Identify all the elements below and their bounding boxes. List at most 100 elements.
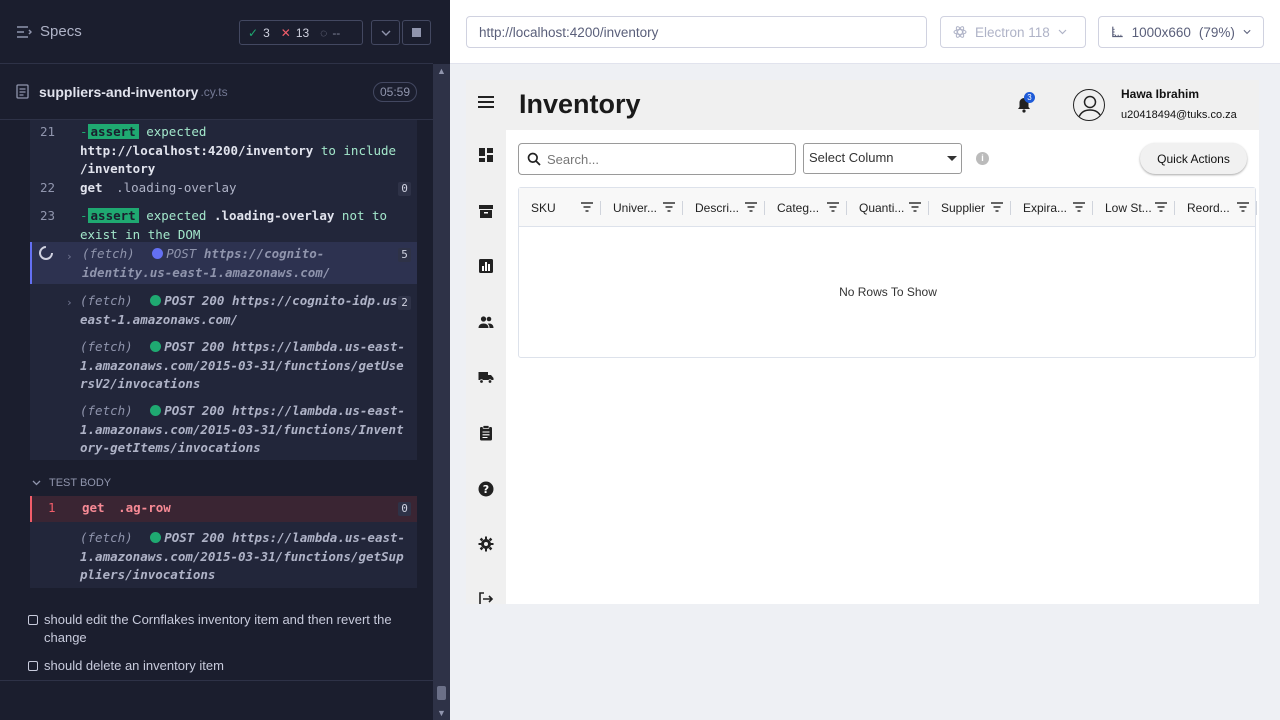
- select-column-dropdown[interactable]: Select Column: [803, 143, 962, 174]
- grid-column-header[interactable]: Expira...: [1011, 188, 1093, 227]
- spec-file-name: suppliers-and-inventory: [39, 83, 199, 100]
- test-title: should delete an inventory item: [44, 658, 224, 673]
- search-input[interactable]: [547, 151, 787, 167]
- specs-toggle[interactable]: Specs: [16, 23, 82, 40]
- command-body: - assert expected http://localhost:4200/i…: [80, 124, 397, 176]
- filter-icon[interactable]: [663, 202, 675, 212]
- fetch-row[interactable]: (fetch) POST 200 https://lambda.us-east-…: [30, 394, 417, 460]
- test-status-icon: [28, 615, 38, 625]
- chevron-down-icon: [1243, 29, 1251, 35]
- grid-column-header[interactable]: Univer...: [601, 188, 683, 227]
- filter-icon[interactable]: [1237, 202, 1249, 212]
- filter-icon[interactable]: [1155, 202, 1167, 212]
- team-icon[interactable]: [478, 314, 494, 330]
- test-item[interactable]: should edit the Cornflakes inventory ite…: [28, 611, 408, 647]
- viewport-size: 1000x660: [1131, 24, 1191, 40]
- info-icon[interactable]: i: [976, 152, 989, 165]
- element-count-badge: 0: [398, 182, 411, 196]
- command-body: - assert expected .loading-overlay not to…: [80, 208, 388, 242]
- grid-column-header[interactable]: Low St...: [1093, 188, 1175, 227]
- avatar[interactable]: [1073, 89, 1105, 121]
- browser-toolbar: http://localhost:4200/inventory Electron…: [450, 0, 1280, 64]
- url-field[interactable]: http://localhost:4200/inventory: [466, 16, 927, 48]
- test-body-header[interactable]: TEST BODY: [2, 470, 417, 496]
- request-count-badge: 2: [398, 296, 411, 310]
- assert-text: expected: [146, 208, 207, 223]
- scrollbar-thumb[interactable]: [437, 686, 446, 700]
- failed-icon: ✕: [280, 25, 291, 40]
- fetch-row[interactable]: › (fetch) POST 200 https://cognito-idp.u…: [30, 284, 417, 330]
- test-status-icon: [28, 661, 38, 671]
- column-label: Expira...: [1023, 200, 1068, 215]
- notification-badge: 3: [1024, 92, 1035, 103]
- grid-column-header[interactable]: Quanti...: [847, 188, 929, 227]
- grid-column-header[interactable]: SKU: [519, 188, 601, 227]
- command-log-scrollbar[interactable]: ▲ ▼: [433, 64, 450, 720]
- fetch-label: (fetch): [80, 403, 133, 418]
- fetch-row[interactable]: (fetch) POST 200 https://lambda.us-east-…: [30, 330, 417, 394]
- grid-column-header[interactable]: Descri...: [683, 188, 765, 227]
- assert-text: expected: [146, 124, 207, 139]
- assert-label: assert: [87, 208, 139, 223]
- filter-icon[interactable]: [909, 202, 921, 212]
- grid-column-header[interactable]: Supplier: [929, 188, 1011, 227]
- failed-command-row[interactable]: 1 get .ag-row 0: [30, 496, 417, 522]
- command-row[interactable]: 21 - assert expected http://localhost:420…: [30, 120, 417, 176]
- status-dot-icon: [150, 532, 162, 543]
- grid-column-header[interactable]: Categ...: [765, 188, 847, 227]
- logout-icon[interactable]: [478, 591, 494, 604]
- browser-selector[interactable]: Electron 118: [940, 16, 1086, 48]
- scroll-up-icon[interactable]: ▲: [437, 66, 446, 76]
- test-item[interactable]: should delete an inventory item: [28, 657, 408, 675]
- fetch-label: (fetch): [80, 339, 133, 354]
- help-icon[interactable]: ?: [478, 481, 494, 497]
- chevron-right-icon: ›: [66, 296, 73, 309]
- spec-file-ext: .cy.ts: [200, 84, 228, 99]
- column-separator[interactable]: [1256, 201, 1257, 215]
- file-icon: [16, 84, 29, 99]
- filter-icon[interactable]: [581, 202, 593, 212]
- chevron-down-icon: [1058, 29, 1067, 35]
- filter-icon[interactable]: [991, 202, 1003, 212]
- command-row[interactable]: 23 - assert expected .loading-overlay not…: [30, 204, 417, 242]
- svg-text:?: ?: [483, 483, 489, 496]
- scroll-down-icon[interactable]: ▼: [437, 708, 446, 718]
- inventory-icon[interactable]: [478, 203, 494, 219]
- element-count-badge: 0: [398, 502, 411, 516]
- dashboard-icon[interactable]: [478, 147, 494, 163]
- command-row[interactable]: 22 get .loading-overlay 0: [30, 176, 417, 204]
- reports-icon[interactable]: [478, 258, 494, 274]
- fetch-method: POST 200: [164, 403, 225, 418]
- quick-actions-button[interactable]: Quick Actions: [1140, 143, 1247, 174]
- search-field[interactable]: [518, 143, 796, 175]
- url-text: http://localhost:4200/inventory: [479, 24, 659, 40]
- menu-icon[interactable]: [478, 96, 494, 111]
- command-number: 22: [40, 180, 56, 195]
- test-title: should edit the Cornflakes inventory ite…: [44, 612, 392, 645]
- orders-icon[interactable]: [478, 425, 494, 441]
- fetch-row[interactable]: › (fetch) POST https://cognito-identity.…: [30, 242, 417, 284]
- fetch-row[interactable]: (fetch) POST 200 https://lambda.us-east-…: [30, 522, 417, 588]
- column-label: Low St...: [1105, 200, 1152, 215]
- filter-icon[interactable]: [745, 202, 757, 212]
- user-name: Hawa Ibrahim: [1121, 87, 1200, 101]
- settings-icon[interactable]: [478, 536, 494, 552]
- test-counts: ✓ 3 ✕ 13 ◌ --: [239, 20, 363, 45]
- viewport-selector[interactable]: 1000x660 (79%): [1098, 16, 1264, 48]
- command-body: get .ag-row: [68, 499, 407, 519]
- stop-button[interactable]: [402, 20, 431, 45]
- assert-label: assert: [87, 124, 139, 139]
- collapse-button[interactable]: [371, 20, 400, 45]
- command-body: (fetch) POST 200 https://lambda.us-east-…: [66, 529, 407, 585]
- command-log-panel: Specs ✓ 3 ✕ 13 ◌ -- suppliers-and-invent…: [0, 0, 433, 720]
- suppliers-icon[interactable]: [478, 369, 494, 385]
- column-label: Reord...: [1187, 200, 1230, 215]
- filter-icon[interactable]: [1073, 202, 1085, 212]
- filter-icon[interactable]: [827, 202, 839, 212]
- notifications-button[interactable]: 3: [1017, 92, 1035, 118]
- spec-file-header[interactable]: suppliers-and-inventory .cy.ts 05:59: [0, 64, 433, 120]
- side-nav: ?: [466, 130, 506, 604]
- grid-column-header[interactable]: Reord...: [1175, 188, 1257, 227]
- specs-list-icon: [17, 25, 32, 38]
- command-body: (fetch) POST 200 https://lambda.us-east-…: [66, 402, 407, 457]
